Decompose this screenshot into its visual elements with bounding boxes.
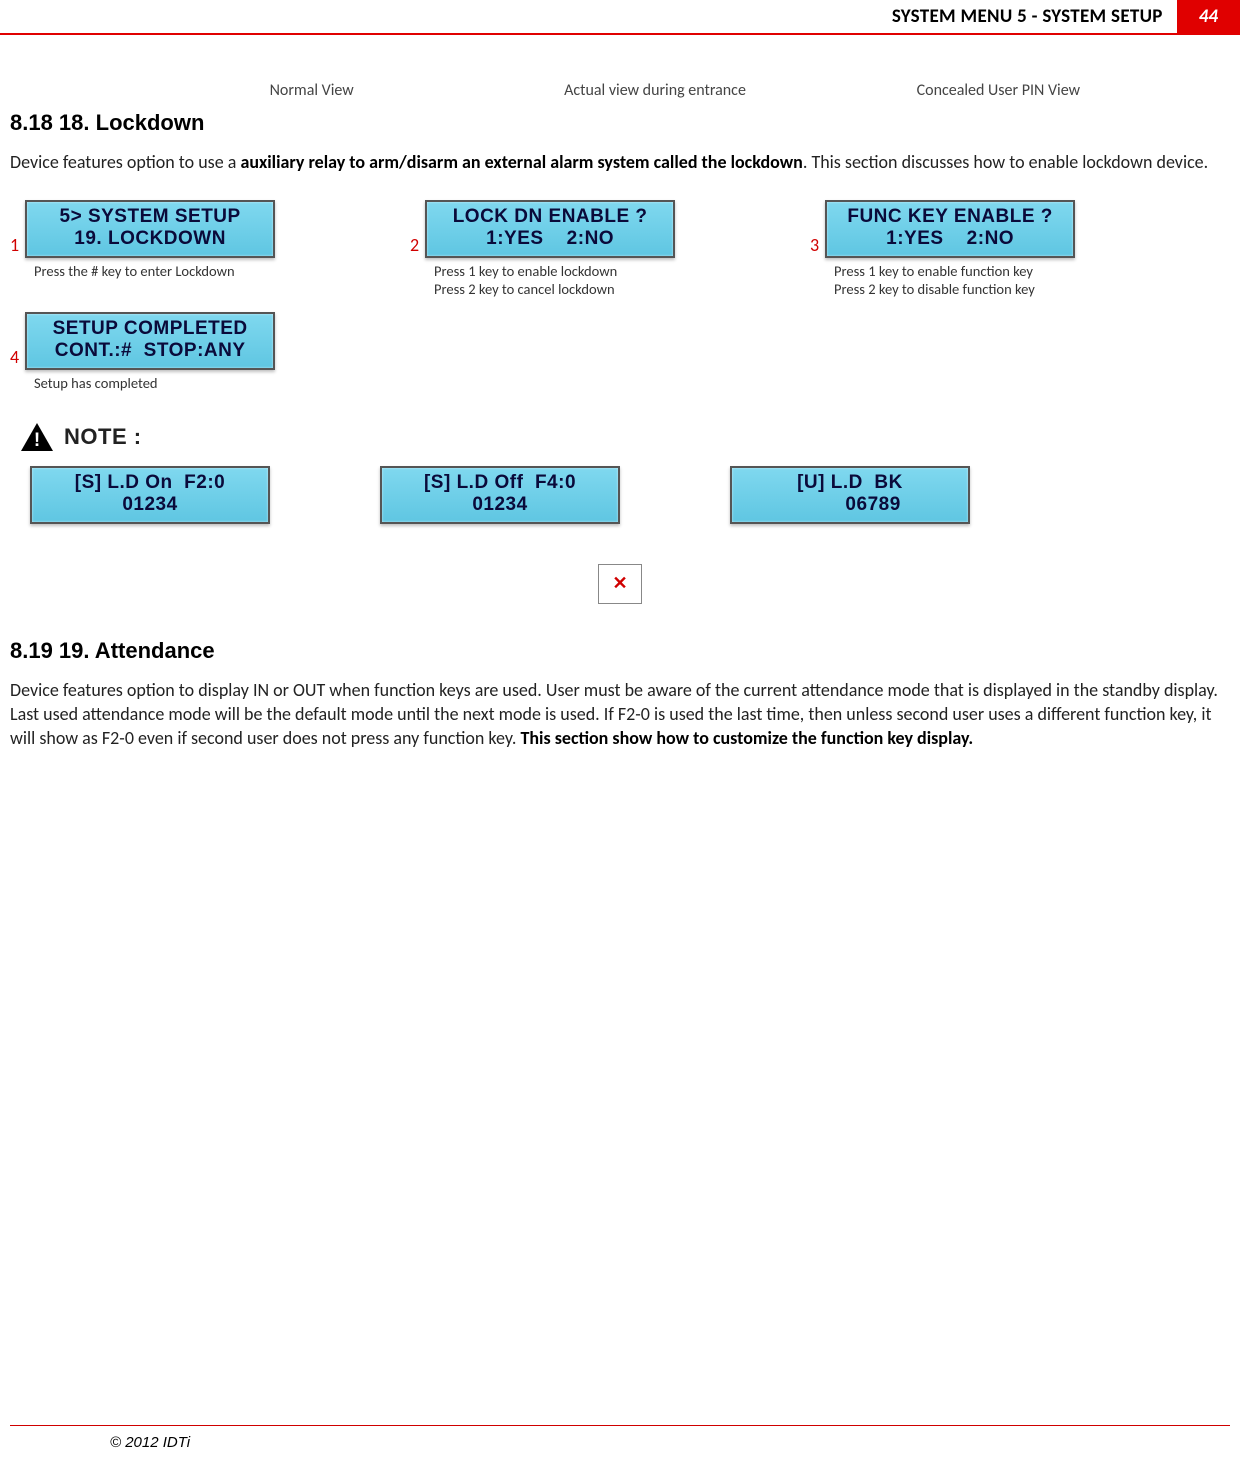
- note-lcd-1: [S] L.D On F2:0 01234: [30, 466, 270, 524]
- section-819-heading: 8.19 19. Attendance: [10, 638, 1230, 664]
- page-header: SYSTEM MENU 5 - SYSTEM SETUP 44: [0, 0, 1240, 35]
- section-819-body: Device features option to display IN or …: [10, 678, 1230, 751]
- note-lcd-row: [S] L.D On F2:0 01234 [S] L.D Off F4:0 0…: [30, 466, 1230, 524]
- broken-image-x-icon: ✕: [612, 573, 627, 594]
- step-2-number: 2: [410, 236, 419, 254]
- view-label-concealed: Concealed User PIN View: [827, 81, 1170, 100]
- section-818-heading: 8.18 18. Lockdown: [10, 110, 1230, 136]
- step-1-lcd: 5> SYSTEM SETUP 19. LOCKDOWN: [25, 200, 275, 258]
- view-label-normal: Normal View: [140, 81, 483, 100]
- note-label: NOTE :: [64, 424, 142, 450]
- steps-row-2: 4 SETUP COMPLETED CONT.:# STOP:ANY Setup…: [10, 312, 1230, 392]
- note-block: ! NOTE :: [20, 422, 1230, 452]
- view-labels-row: Normal View Actual view during entrance …: [140, 81, 1170, 100]
- steps-row-1: 1 5> SYSTEM SETUP 19. LOCKDOWN Press the…: [10, 200, 1230, 298]
- header-spacer: [0, 0, 878, 33]
- step-1: 1 5> SYSTEM SETUP 19. LOCKDOWN Press the…: [10, 200, 340, 280]
- step-3-caption: Press 1 key to enable function key Press…: [834, 262, 1035, 298]
- step-3-number: 3: [810, 236, 819, 254]
- svg-text:!: !: [34, 430, 40, 451]
- step-4-lcd: SETUP COMPLETED CONT.:# STOP:ANY: [25, 312, 275, 370]
- step-4: 4 SETUP COMPLETED CONT.:# STOP:ANY Setup…: [10, 312, 340, 392]
- step-1-number: 1: [10, 236, 19, 254]
- step-3-lcd: FUNC KEY ENABLE ? 1:YES 2:NO: [825, 200, 1075, 258]
- warning-icon: !: [20, 422, 54, 452]
- page-footer: © 2012 IDTi: [10, 1425, 1230, 1451]
- body-819-strong: This section show how to customize the f…: [520, 727, 973, 749]
- step-2-caption: Press 1 key to enable lockdown Press 2 k…: [434, 262, 617, 298]
- step-4-number: 4: [10, 348, 19, 366]
- section-818-intro: Device features option to use a auxiliar…: [10, 150, 1230, 174]
- step-3: 3 FUNC KEY ENABLE ? 1:YES 2:NO Press 1 k…: [810, 200, 1140, 298]
- broken-image-icon: ✕: [598, 564, 642, 604]
- step-2: 2 LOCK DN ENABLE ? 1:YES 2:NO Press 1 ke…: [410, 200, 740, 298]
- intro-pre: Device features option to use a: [10, 151, 240, 173]
- view-label-actual: Actual view during entrance: [483, 81, 826, 100]
- step-2-lcd: LOCK DN ENABLE ? 1:YES 2:NO: [425, 200, 675, 258]
- header-page-number: 44: [1177, 0, 1240, 33]
- header-title: SYSTEM MENU 5 - SYSTEM SETUP: [878, 0, 1177, 33]
- step-1-caption: Press the # key to enter Lockdown: [34, 262, 235, 280]
- intro-post: . This section discusses how to enable l…: [803, 151, 1208, 173]
- note-lcd-3: [U] L.D BK 06789: [730, 466, 970, 524]
- step-4-caption: Setup has completed: [34, 374, 158, 392]
- intro-strong: auxiliary relay to arm/disarm an externa…: [240, 151, 802, 173]
- note-lcd-2: [S] L.D Off F4:0 01234: [380, 466, 620, 524]
